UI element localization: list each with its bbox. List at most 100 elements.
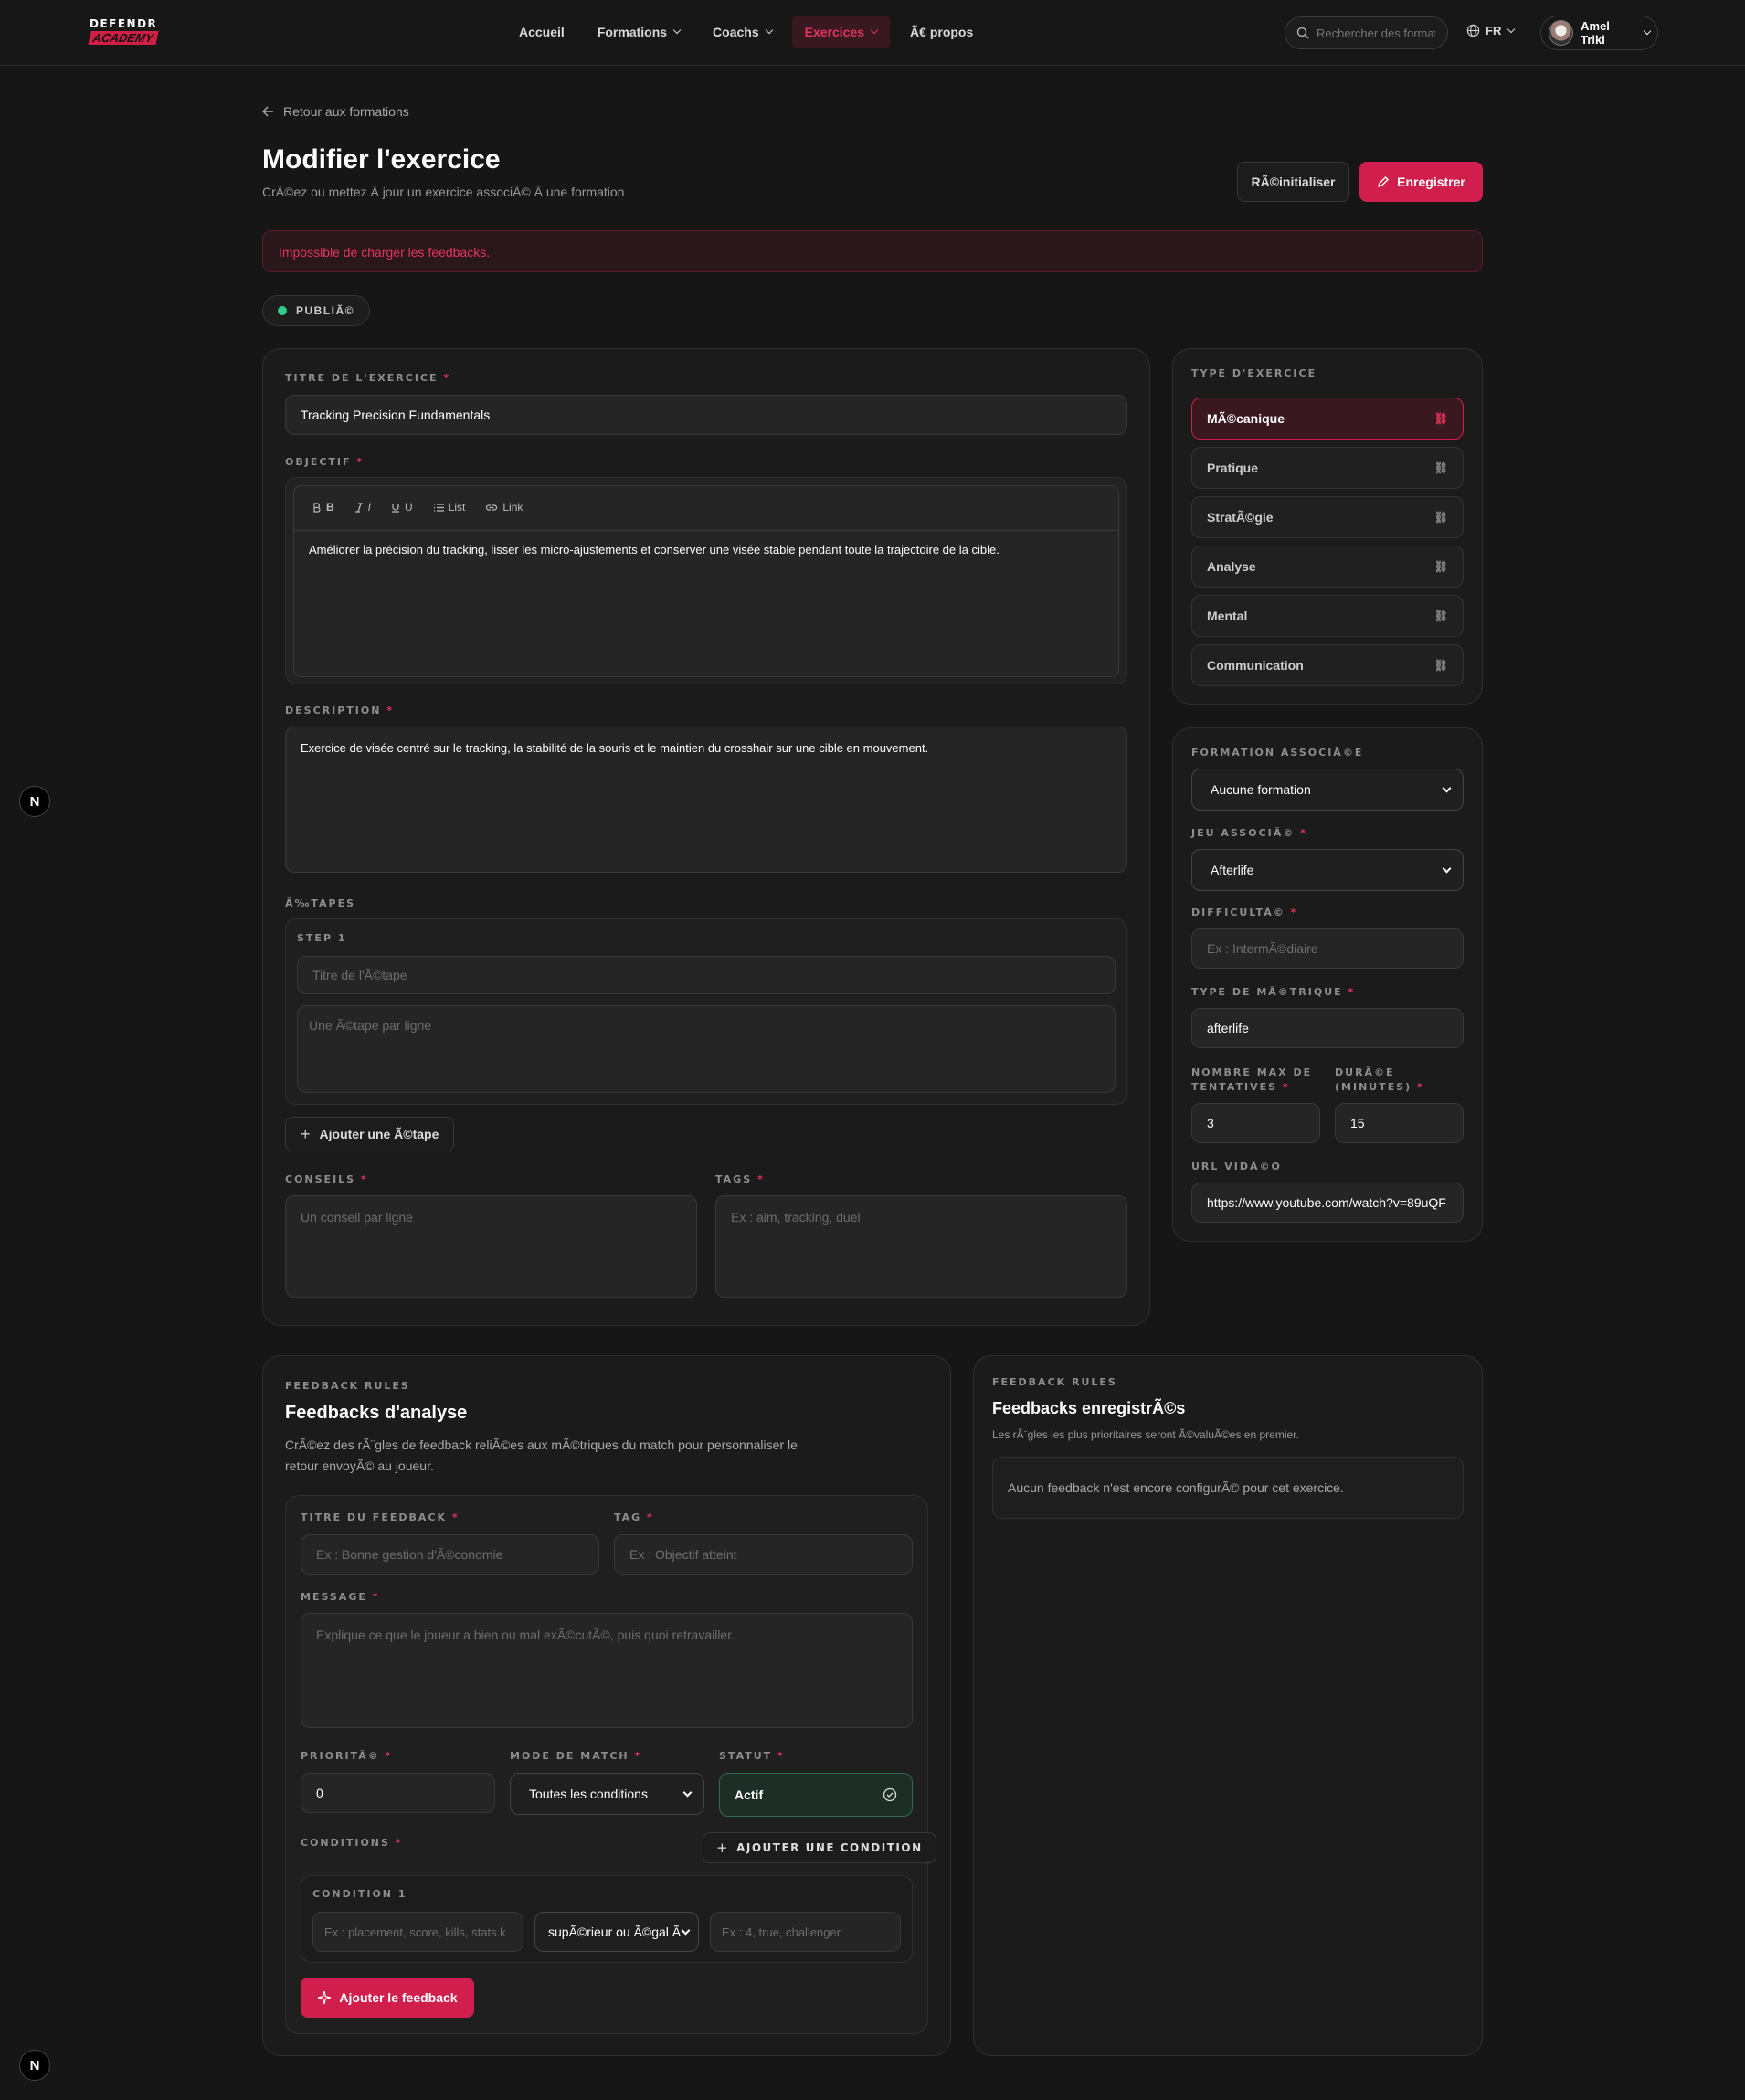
page-title: Modifier l'exercice [262, 144, 501, 175]
step-lines-textarea[interactable]: Une Ã©tape par ligne [297, 1005, 1116, 1093]
pencil-icon [1378, 176, 1390, 188]
avatar [1549, 20, 1574, 46]
type-analyse[interactable]: Analyse ⛓ [1191, 546, 1464, 588]
link-icon: ⛓ [1433, 412, 1448, 425]
status-label: STATUT * [719, 1750, 785, 1762]
top-nav-bar: DEFENDR ACADEMY Accueil Formations Coach… [0, 0, 1745, 66]
match-mode-select[interactable]: Toutes les conditions [510, 1773, 704, 1815]
video-url-input[interactable]: https://www.youtube.com/watch?v=89uQF [1191, 1183, 1464, 1223]
bold-button[interactable]: B [312, 501, 334, 514]
underline-icon [392, 503, 400, 513]
condition-operator-select[interactable]: supÃ©rieur ou Ã©gal Ã [534, 1912, 699, 1952]
check-circle-icon [883, 1787, 897, 1802]
feedback-title: Feedbacks d'analyse [285, 1403, 468, 1423]
search-icon [1296, 27, 1309, 39]
dev-badge[interactable]: N [19, 2050, 50, 2081]
conditions-label: CONDITIONS * [301, 1837, 403, 1849]
saved-title: Feedbacks enregistrÃ©s [992, 1399, 1186, 1417]
feedback-title-input[interactable]: Ex : Bonne gestion d'Ã©conomie [301, 1534, 599, 1575]
list-button[interactable]: List [433, 501, 465, 514]
add-condition-button[interactable]: + AJOUTER UNE CONDITION [703, 1832, 936, 1863]
italic-button[interactable]: I [354, 501, 371, 514]
nav-formations[interactable]: Formations [585, 16, 693, 48]
reset-button[interactable]: RÃ©initialiser [1237, 162, 1349, 202]
condition-1-label: CONDITION 1 [312, 1888, 407, 1900]
arrow-left-icon [262, 106, 273, 117]
save-button[interactable]: Enregistrer [1359, 162, 1483, 202]
step-title-input[interactable]: Titre de l'Ã©tape [297, 956, 1116, 994]
title-label: TITRE DE L'EXERCICE * [285, 372, 451, 384]
link-button[interactable]: Link [485, 501, 523, 514]
globe-icon [1466, 24, 1480, 37]
game-select[interactable]: Afterlife [1191, 849, 1464, 891]
underline-button[interactable]: U [391, 501, 413, 514]
chevron-down-icon [1643, 27, 1652, 36]
priority-input[interactable]: 0 [301, 1773, 495, 1813]
metric-input[interactable]: afterlife [1191, 1008, 1464, 1048]
difficulty-input[interactable]: Ex : IntermÃ©diaire [1191, 928, 1464, 969]
bold-icon [313, 502, 321, 513]
link-icon: ⛓ [1433, 461, 1448, 474]
step-1-label: STEP 1 [297, 932, 347, 944]
chevron-down-icon [765, 26, 773, 35]
tips-label: CONSEILS * [285, 1173, 368, 1185]
feedback-description: CrÃ©ez des rÃ¨gles de feedback reliÃ©es … [285, 1437, 798, 1473]
link-icon: ⛓ [1433, 610, 1448, 622]
type-communication[interactable]: Communication ⛓ [1191, 644, 1464, 686]
error-banner: Impossible de charger les feedbacks. [262, 230, 1483, 272]
nav-exercices[interactable]: Exercices [791, 16, 891, 48]
formation-select[interactable]: Aucune formation [1191, 769, 1464, 811]
nav-coachs[interactable]: Coachs [700, 16, 785, 48]
plus-icon: + [716, 1840, 730, 1856]
type-strategie[interactable]: StratÃ©gie ⛓ [1191, 496, 1464, 538]
message-textarea[interactable]: Explique ce que le joueur a bien ou mal … [301, 1613, 913, 1728]
chevron-down-icon [1507, 25, 1516, 33]
objective-editor-inner [293, 485, 1119, 677]
nav-a-propos[interactable]: Ã€ propos [897, 16, 986, 48]
difficulty-label: DIFFICULTÃ© * [1191, 907, 1298, 918]
logo[interactable]: DEFENDR ACADEMY [88, 18, 159, 48]
attempts-input[interactable]: 3 [1191, 1103, 1320, 1143]
type-label: TYPE D'EXERCICE [1191, 367, 1317, 379]
type-mental[interactable]: Mental ⛓ [1191, 595, 1464, 637]
search-input[interactable] [1317, 26, 1435, 40]
language-switcher[interactable]: FR [1466, 24, 1516, 37]
editor-toolbar: B I U List Link [312, 501, 523, 514]
sparkles-icon [318, 1990, 332, 2005]
condition-field-input[interactable]: Ex : placement, score, kills, stats.k [312, 1912, 524, 1952]
chevron-down-icon [672, 26, 682, 35]
objective-content[interactable]: Améliorer la précision du tracking, liss… [309, 543, 1104, 557]
condition-value-input[interactable]: Ex : 4, true, challenger [710, 1912, 901, 1952]
search-box[interactable] [1285, 16, 1448, 49]
formation-label: FORMATION ASSOCIÃ©E [1191, 747, 1364, 758]
add-feedback-button[interactable]: Ajouter le feedback [301, 1978, 474, 2018]
type-mecanique[interactable]: MÃ©canique ⛓ [1191, 398, 1464, 440]
chevron-down-icon [681, 1925, 691, 1935]
tags-label: TAGS * [715, 1173, 765, 1185]
language-label: FR [1486, 24, 1502, 37]
attempts-label: NOMBRE MAX DE TENTATIVES * [1191, 1066, 1313, 1093]
nav-accueil[interactable]: Accueil [506, 16, 577, 48]
duration-input[interactable]: 15 [1335, 1103, 1464, 1143]
dev-badge[interactable]: N [19, 786, 50, 817]
add-step-button[interactable]: + Ajouter une Ã©tape [285, 1117, 455, 1151]
status-toggle[interactable]: Actif [719, 1773, 913, 1817]
back-link[interactable]: Retour aux formations [262, 104, 409, 119]
tag-input[interactable]: Ex : Objectif atteint [614, 1534, 913, 1575]
logo-bottom-text: ACADEMY [88, 31, 159, 45]
type-pratique[interactable]: Pratique ⛓ [1191, 447, 1464, 489]
chevron-down-icon [1442, 864, 1452, 873]
tags-textarea[interactable]: Ex : aim, tracking, duel [715, 1195, 1127, 1298]
plus-icon: + [301, 1124, 311, 1143]
user-name: Amel Triki [1581, 19, 1610, 47]
steps-label: Ã‰TAPES [285, 897, 356, 909]
title-input[interactable]: Tracking Precision Fundamentals [285, 395, 1127, 435]
tips-textarea[interactable]: Un conseil par ligne [285, 1195, 697, 1298]
chevron-down-icon [1442, 783, 1452, 792]
chevron-down-icon [870, 26, 879, 35]
tag-label: TAG * [614, 1511, 654, 1523]
description-textarea[interactable]: Exercice de visée centré sur le tracking… [285, 727, 1127, 873]
saved-description: Les rÃ¨gles les plus prioritaires seront… [992, 1428, 1299, 1441]
match-mode-label: MODE DE MATCH * [510, 1750, 642, 1762]
user-menu[interactable]: Amel Triki [1540, 16, 1658, 50]
